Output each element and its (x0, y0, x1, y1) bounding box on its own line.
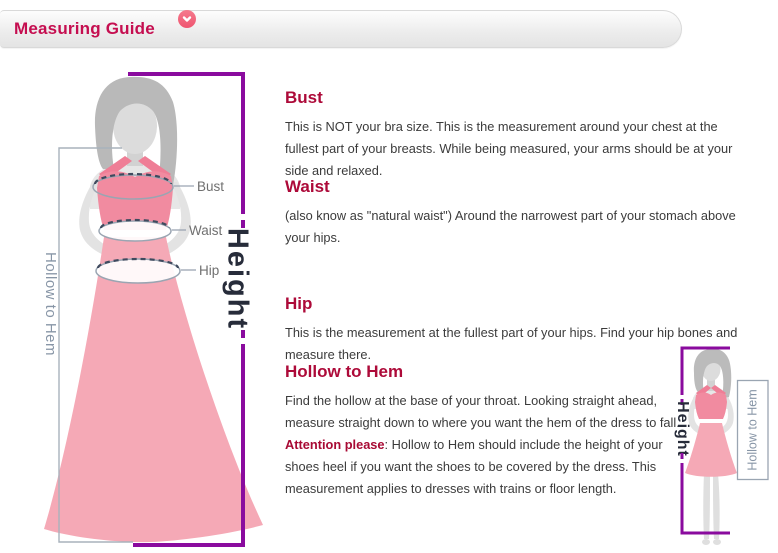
bust-description: This is NOT your bra size. This is the m… (285, 116, 732, 182)
waist-diagram-label: Waist (189, 223, 222, 238)
hip-heading: Hip (285, 294, 737, 314)
chevron-down-icon (181, 13, 193, 25)
attention-please-label: Attention please (285, 437, 385, 452)
measuring-guide-header: Measuring Guide (0, 10, 682, 48)
hollow-to-hem-vertical-label-small: Hollow to Hem (745, 389, 759, 470)
hollow-to-hem-section: Hollow to Hem Find the hollow at the bas… (285, 362, 680, 500)
height-vertical-label-large: Height (221, 228, 253, 330)
waist-heading: Waist (285, 177, 736, 197)
measuring-diagram-large: Bust Waist Hip Hollow to Hem Height (30, 64, 270, 553)
hollow-to-hem-vertical-label-large: Hollow to Hem (42, 252, 59, 356)
hip-tape-line (96, 259, 180, 283)
height-vertical-label-small: Height (674, 401, 691, 457)
hollow-to-hem-heading: Hollow to Hem (285, 362, 680, 382)
hollow-to-hem-description: Find the hollow at the base of your thro… (285, 390, 680, 500)
waist-tape-line (99, 220, 171, 241)
hollow-to-hem-bracket-small: Hollow to Hem (738, 381, 769, 480)
bust-heading: Bust (285, 88, 732, 108)
waist-description: (also know as "natural waist") Around th… (285, 205, 736, 249)
waist-section: Waist (also know as "natural waist") Aro… (285, 177, 736, 249)
hip-diagram-label: Hip (199, 263, 219, 278)
collapse-section-button[interactable] (178, 10, 196, 28)
bust-diagram-label: Bust (197, 179, 224, 194)
dress-illustration-small (685, 349, 737, 545)
page-title: Measuring Guide (0, 19, 155, 39)
measuring-diagram-small: Height Hollow to Hem (660, 335, 778, 553)
bust-section: Bust This is NOT your bra size. This is … (285, 88, 732, 182)
